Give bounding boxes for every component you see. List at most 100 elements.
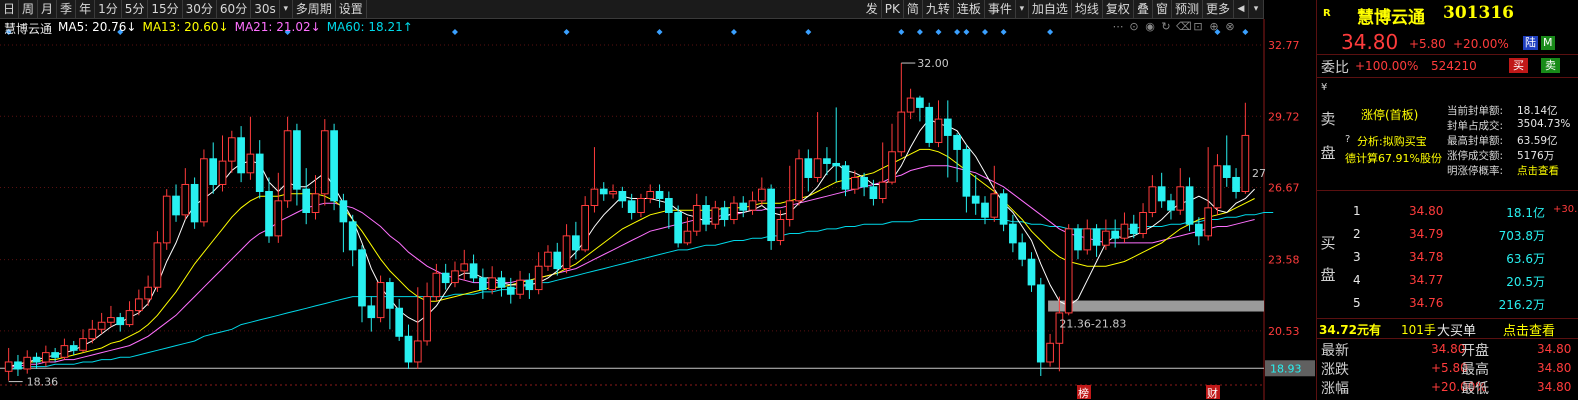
bid-row[interactable]: 2 34.79 703.8万 bbox=[1317, 223, 1578, 245]
bid-price: 34.77 bbox=[1409, 273, 1444, 287]
period-tabs: 日周月季年 1分 5分 15分 30分 60分 30s ▾ bbox=[0, 0, 293, 18]
ma21-label[interactable]: MA21: 21.02↓ bbox=[235, 20, 321, 36]
toolbar-item[interactable]: 加自选 bbox=[1029, 0, 1072, 18]
event-marker-icon bbox=[963, 29, 970, 35]
buy-button[interactable]: 买 bbox=[1509, 58, 1528, 73]
candle-body bbox=[209, 158, 218, 185]
analysis-line2: 德计算67.91%股份 bbox=[1345, 152, 1442, 165]
toolbar-item[interactable]: 窗 bbox=[1153, 0, 1172, 18]
candle-body bbox=[618, 190, 627, 202]
rotate-icon[interactable]: ↻ bbox=[1160, 21, 1172, 33]
candle-body bbox=[386, 282, 394, 309]
bid-price: 34.76 bbox=[1409, 296, 1444, 310]
period-tab[interactable]: 1分 bbox=[95, 0, 122, 18]
period-tab[interactable]: 月 bbox=[38, 0, 58, 18]
period-tab[interactable]: 30s bbox=[251, 0, 280, 18]
candle-body bbox=[1213, 165, 1222, 209]
bottom-badge: 榜 bbox=[1078, 386, 1089, 400]
candle-body bbox=[730, 202, 738, 221]
candle-body bbox=[162, 195, 171, 244]
sell-button[interactable]: 卖 bbox=[1541, 58, 1560, 73]
period-tab[interactable]: 5分 bbox=[122, 0, 149, 18]
toolbar-item[interactable]: 预测 bbox=[1172, 0, 1203, 18]
scan-icon[interactable]: ⊙ bbox=[1128, 21, 1140, 33]
trash-icon[interactable]: ⌫ bbox=[1176, 21, 1192, 33]
dots-icon[interactable]: ⋯ bbox=[1112, 21, 1124, 33]
plus-icon[interactable]: ⊕ bbox=[1208, 21, 1220, 33]
candle-body bbox=[1009, 223, 1017, 244]
toolbar-item[interactable]: 连板 bbox=[954, 0, 985, 18]
seal-value[interactable]: 点击查看 bbox=[1517, 163, 1559, 178]
multi-period-button[interactable]: 多周期 bbox=[293, 0, 336, 18]
seal-label: 当前封单额: bbox=[1447, 105, 1504, 117]
candle-body bbox=[1195, 223, 1203, 237]
candle-body bbox=[553, 251, 562, 270]
seal-label: 最高封单额: bbox=[1447, 135, 1504, 147]
candle-body bbox=[339, 200, 348, 223]
toolbar-item[interactable]: 均线 bbox=[1072, 0, 1103, 18]
event-marker-icon bbox=[1242, 29, 1249, 35]
toolbar-item[interactable]: 九转 bbox=[923, 0, 954, 18]
period-tab[interactable]: 年 bbox=[76, 0, 96, 18]
candle-body bbox=[302, 188, 311, 214]
candle-body bbox=[823, 158, 831, 164]
event-marker-icon bbox=[1047, 29, 1054, 35]
lock-icon[interactable]: ⊡ bbox=[1192, 21, 1204, 33]
bid-price: 34.78 bbox=[1409, 250, 1444, 264]
candle-body bbox=[1232, 176, 1240, 192]
bid-row[interactable]: 3 34.78 63.6万 bbox=[1317, 246, 1578, 268]
period-dropdown-icon[interactable]: ▾ bbox=[280, 0, 293, 18]
period-tab[interactable]: 60分 bbox=[217, 0, 252, 18]
period-tab[interactable]: 日 bbox=[0, 0, 20, 18]
bid-row[interactable]: 5 34.76 216.2万 bbox=[1317, 292, 1578, 314]
yen-icon: ¥ bbox=[1321, 82, 1328, 93]
ma5-label[interactable]: MA5: 20.76↓ bbox=[58, 20, 136, 36]
eye-icon[interactable]: ◉ bbox=[1144, 21, 1156, 33]
bid-row[interactable]: 1 34.80 18.1亿 +30.3 bbox=[1317, 200, 1578, 222]
weibi-qty: 524210 bbox=[1431, 59, 1477, 73]
candle-body bbox=[1064, 228, 1073, 314]
toolbar-item[interactable]: 事件 bbox=[985, 0, 1016, 18]
candle-body bbox=[664, 197, 673, 214]
ma60-label[interactable]: MA60: 18.21↑ bbox=[327, 20, 413, 36]
candle-body bbox=[144, 286, 152, 300]
gap-box bbox=[1048, 300, 1264, 312]
candle-body bbox=[757, 188, 766, 202]
candle-body bbox=[804, 158, 813, 178]
toolbar-item[interactable]: 发 bbox=[863, 0, 882, 18]
event-marker-icon bbox=[981, 29, 988, 35]
ma13-label[interactable]: MA13: 20.60↓ bbox=[142, 20, 228, 36]
candle-body bbox=[776, 219, 785, 242]
big-order-link[interactable]: 点击查看 bbox=[1503, 320, 1555, 339]
kline-chart[interactable]: 32.77 29.72 26.67 23.58 20.53 18.93 32.00 18.36… bbox=[0, 19, 1316, 400]
info-icon[interactable]: ? bbox=[1345, 134, 1350, 145]
sound-icon[interactable]: ◀ bbox=[1234, 0, 1249, 18]
scroll-down-icon[interactable]: ▾ bbox=[1249, 0, 1264, 18]
candle-body bbox=[1167, 200, 1175, 211]
candle-body bbox=[878, 181, 887, 199]
candle-body bbox=[906, 97, 915, 113]
candle-body bbox=[953, 134, 961, 150]
candle-body bbox=[330, 130, 338, 202]
toolbar-item[interactable]: PK bbox=[882, 0, 904, 18]
candle-body bbox=[683, 230, 692, 244]
toolbar-item[interactable]: 简 bbox=[904, 0, 923, 18]
candle-body bbox=[841, 165, 850, 190]
close-icon[interactable]: ⊗ bbox=[1224, 21, 1236, 33]
candle-body bbox=[627, 200, 636, 214]
toolbar-item[interactable]: 复权 bbox=[1103, 0, 1134, 18]
event-dropdown-icon[interactable]: ▾ bbox=[1016, 0, 1029, 18]
toolbar-item[interactable]: 叠 bbox=[1134, 0, 1153, 18]
period-tab[interactable]: 30分 bbox=[183, 0, 217, 18]
quote-l1: 涨幅 bbox=[1321, 381, 1349, 397]
bid-row[interactable]: 4 34.77 20.5万 bbox=[1317, 269, 1578, 291]
period-tab[interactable]: 15分 bbox=[148, 0, 183, 18]
gap-label: 21.36-21.83 bbox=[1059, 318, 1126, 331]
period-tab[interactable]: 周 bbox=[19, 0, 39, 18]
settings-button[interactable]: 设置 bbox=[336, 0, 367, 18]
baseline-label: 18.93 bbox=[1270, 362, 1302, 375]
event-marker-icon bbox=[1000, 29, 1007, 35]
period-tab[interactable]: 季 bbox=[57, 0, 77, 18]
candle-body bbox=[962, 148, 971, 197]
toolbar-item[interactable]: 更多 bbox=[1203, 0, 1234, 18]
